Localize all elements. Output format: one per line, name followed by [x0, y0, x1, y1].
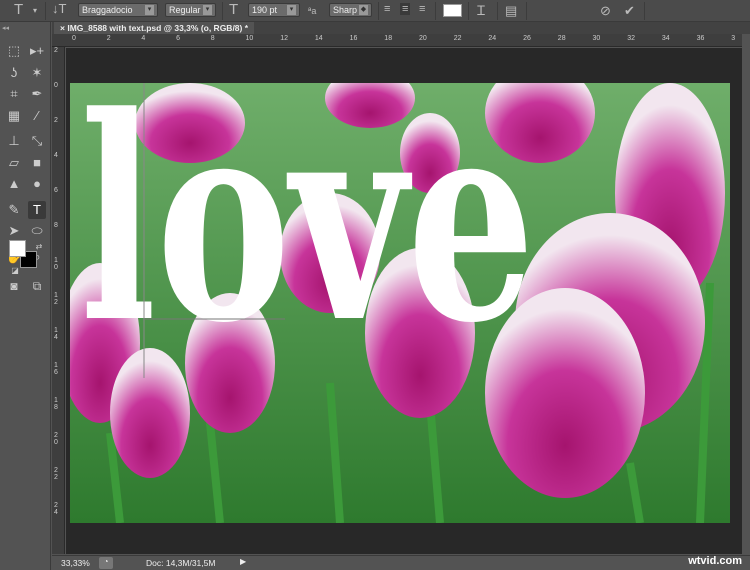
ruler-label: 2 [106, 35, 111, 42]
align-center-icon[interactable]: ≡ [400, 3, 411, 15]
ruler-label: 18 [384, 35, 393, 42]
ruler-label: 8 [210, 35, 215, 42]
healing-tool-icon[interactable]: ▦ [5, 107, 23, 125]
ruler-label: 6 [176, 35, 180, 42]
move-tool-icon[interactable]: ▸+ [28, 42, 46, 60]
horizontal-ruler[interactable]: 0 2 4 6 8 10 12 14 16 18 20 22 24 26 28 30 32 34 36 3 [52, 34, 742, 47]
text-color-swatch[interactable] [443, 4, 462, 17]
align-right-icon[interactable]: ≡ [419, 3, 425, 15]
default-colors-icon[interactable]: ◪ [6, 262, 24, 280]
font-style-select[interactable]: Regular ▾ [165, 3, 216, 17]
ruler-label: 20 [54, 432, 58, 446]
watermark: wtvid.com [688, 555, 742, 567]
document-tab[interactable]: × IMG_8588 with text.psd @ 33,3% (o, RGB… [54, 22, 255, 34]
ruler-label: 30 [592, 35, 601, 42]
ruler-label: 24 [488, 35, 497, 42]
options-bar: T ▾ ↓T Braggadocio ▾ Regular ▾ T 190 pt ▾ ª… [0, 0, 750, 22]
ruler-label: 0 [72, 35, 76, 42]
love-text-layer[interactable]: love [80, 83, 535, 385]
ruler-label: 14 [314, 35, 323, 42]
character-panels-icon[interactable]: ▤ [505, 3, 517, 19]
font-family-select[interactable]: Braggadocio ▾ [78, 3, 158, 17]
brush-tool-icon[interactable]: ⁄ [28, 107, 46, 125]
ruler-label: 2 [54, 47, 58, 54]
document-canvas[interactable]: love [70, 83, 730, 523]
ruler-label: 12 [280, 35, 288, 42]
ruler-label: 0 [54, 82, 58, 89]
type-tool-icon[interactable]: T [28, 200, 46, 219]
status-options-icon[interactable]: ◔ [99, 557, 113, 569]
close-tab-icon[interactable]: × [60, 23, 65, 33]
ruler-label: 10 [54, 257, 58, 271]
history-brush-tool-icon[interactable]: ⤡ [28, 132, 46, 150]
blur-tool-icon[interactable]: ▲ [5, 175, 23, 193]
lasso-tool-icon[interactable]: ʖ [5, 64, 23, 82]
ruler-label: 14 [54, 327, 58, 341]
align-left-icon[interactable]: ≡ [384, 3, 390, 15]
ruler-label: 3 [731, 35, 736, 42]
pen-tool-icon[interactable]: ✎ [5, 201, 23, 219]
ruler-label: 18 [54, 397, 58, 411]
status-menu-arrow-icon[interactable]: ▶ [240, 557, 246, 566]
toggle-text-orientation-icon[interactable]: ↓T [52, 1, 66, 16]
path-selection-tool-icon[interactable]: ➤ [5, 222, 23, 240]
ruler-label: 10 [245, 35, 254, 42]
ruler-label: 28 [557, 35, 566, 42]
clone-stamp-tool-icon[interactable]: ⊥ [5, 132, 23, 150]
font-size-icon: T [229, 1, 239, 18]
font-size-select[interactable]: 190 pt ▾ [248, 3, 300, 17]
status-bar: 33,33% ◔ Doc: 14,3M/31,5M ▶ [52, 555, 750, 570]
magic-wand-tool-icon[interactable]: ✶ [28, 64, 46, 82]
ruler-label: 6 [54, 187, 58, 194]
ruler-label: 2 [54, 117, 58, 124]
swap-colors-icon[interactable]: ⇄ [30, 238, 48, 256]
ruler-label: 4 [141, 35, 146, 42]
commit-checkmark-icon[interactable]: ✔ [624, 3, 635, 19]
ruler-label: 4 [54, 152, 58, 159]
tool-preset-chevron-icon[interactable]: ▾ [33, 6, 37, 15]
dodge-tool-icon[interactable]: ● [28, 175, 46, 193]
screen-mode-icon[interactable]: ⧉ [28, 277, 46, 295]
tools-panel: ◂◂ ⬚▸+ʖ✶⌗✒▦⁄⊥⤡▱■▲●✎T➤⬭✋⌕◙⧉⇄◪ [0, 22, 51, 570]
ruler-label: 22 [453, 35, 462, 42]
ruler-label: 24 [54, 502, 58, 516]
ruler-label: 36 [696, 35, 705, 42]
tulip-photo: love [70, 83, 730, 523]
document-tab-bar: × IMG_8588 with text.psd @ 33,3% (o, RGB… [52, 22, 750, 34]
ruler-label: 20 [419, 35, 427, 42]
zoom-level[interactable]: 33,33% [61, 558, 90, 568]
ruler-label: 22 [54, 467, 58, 481]
collapse-panel-icon[interactable]: ◂◂ [2, 24, 9, 32]
gradient-tool-icon[interactable]: ■ [28, 154, 46, 172]
eyedropper-tool-icon[interactable]: ✒ [28, 85, 46, 103]
antialias-select[interactable]: Sharp ◆ [329, 3, 372, 17]
ruler-label: 26 [523, 35, 531, 42]
vertical-ruler[interactable]: 2 0 2 4 6 8 10 12 14 16 18 20 22 24 [52, 47, 65, 554]
warp-text-icon[interactable]: Ꮖ [477, 3, 486, 19]
type-tool-icon[interactable]: T [14, 1, 23, 18]
cancel-icon[interactable]: ⊘ [600, 3, 611, 19]
ruler-label: 12 [54, 292, 58, 306]
marquee-tool-icon[interactable]: ⬚ [5, 42, 23, 60]
ruler-label: 8 [54, 222, 58, 229]
crop-tool-icon[interactable]: ⌗ [5, 85, 23, 103]
foreground-color-swatch[interactable] [9, 240, 26, 257]
antialias-icon: ªa [308, 6, 317, 16]
ruler-label: 32 [627, 35, 635, 42]
eraser-tool-icon[interactable]: ▱ [5, 154, 23, 172]
ruler-label: 16 [349, 35, 358, 42]
ruler-label: 34 [661, 35, 670, 42]
ruler-label: 16 [54, 362, 58, 376]
doc-size-info: Doc: 14,3M/31,5M [146, 558, 216, 568]
